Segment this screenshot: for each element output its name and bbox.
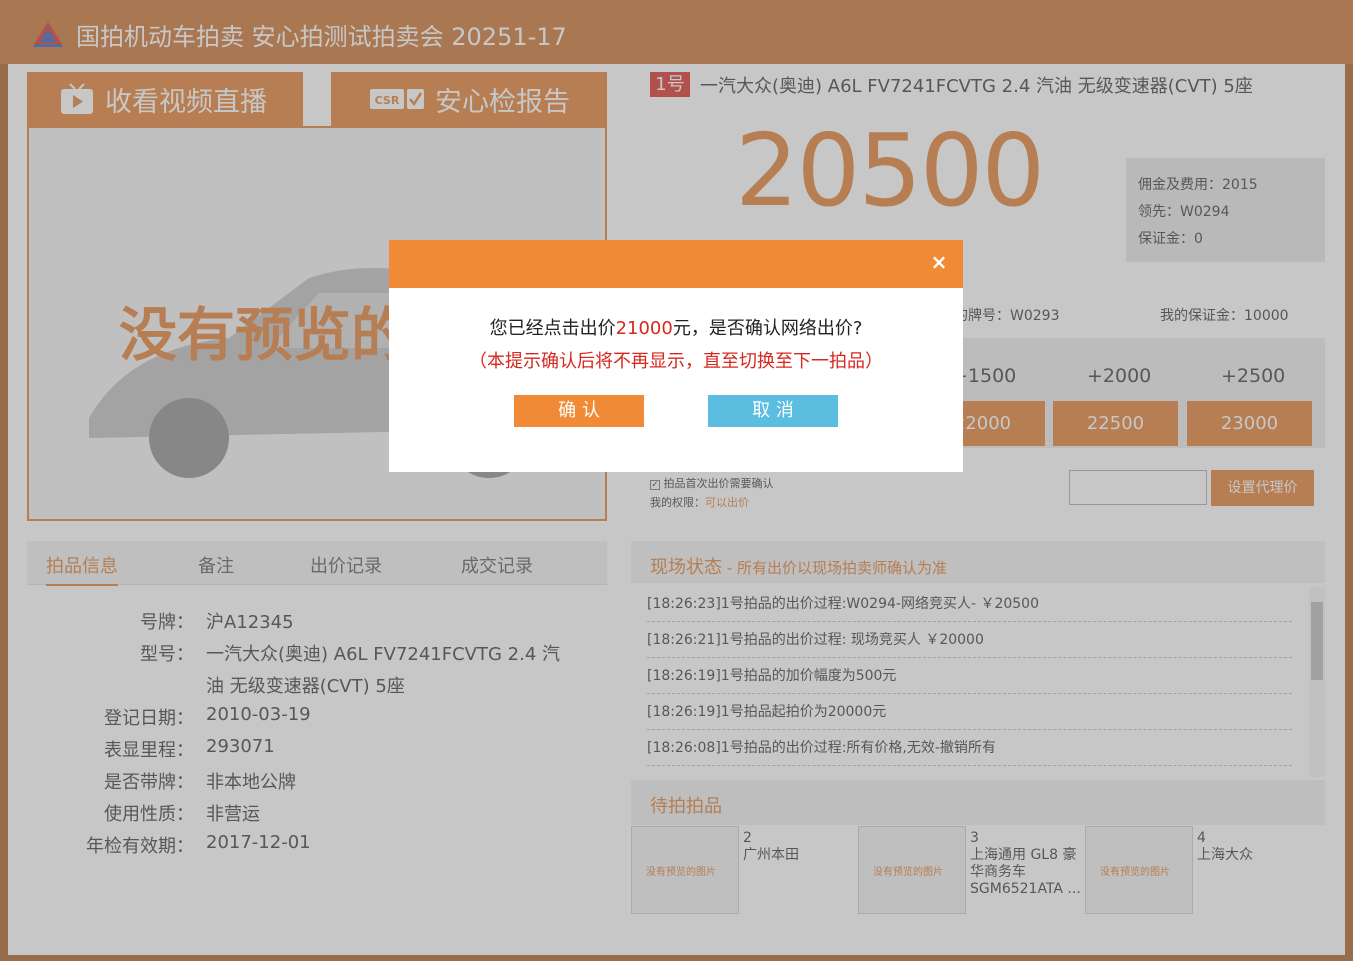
confirm-bid-dialog: × 您已经点击出价21000元，是否确认网络出价? （本提示确认后将不再显示，直… xyxy=(389,240,963,472)
bid-amount: 21000 xyxy=(615,318,673,339)
modal-overlay[interactable] xyxy=(0,0,1353,961)
cancel-button[interactable]: 取 消 xyxy=(708,395,838,427)
question-suffix: 元，是否确认网络出价? xyxy=(672,318,863,339)
question-prefix: 您已经点击出价 xyxy=(489,318,616,339)
dialog-question: 您已经点击出价21000元，是否确认网络出价? xyxy=(389,314,963,340)
close-icon[interactable]: × xyxy=(928,251,950,273)
dialog-warning: （本提示确认后将不再显示，直至切换至下一拍品） xyxy=(469,351,883,372)
confirm-button[interactable]: 确 认 xyxy=(514,395,644,427)
dialog-title-bar xyxy=(389,240,963,288)
